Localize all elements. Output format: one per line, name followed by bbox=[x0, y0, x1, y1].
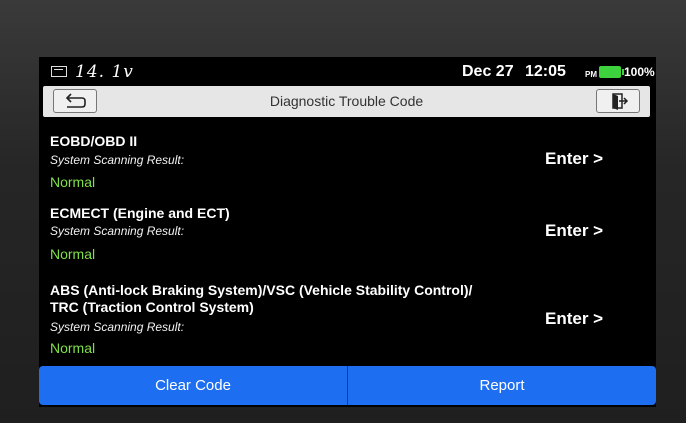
device-bezel: 14. 1v Dec 27 12:05 PM 100% Diagnostic T… bbox=[0, 0, 686, 423]
system-item-abs: ABS (Anti-lock Braking System)/VSC (Vehi… bbox=[39, 282, 656, 363]
status-time: 12:05 bbox=[525, 63, 566, 80]
clear-code-button[interactable]: Clear Code bbox=[39, 366, 348, 405]
scan-result-status: Normal bbox=[50, 174, 96, 190]
title-bar: Diagnostic Trouble Code bbox=[43, 86, 650, 117]
system-name: ECMECT (Engine and ECT) bbox=[50, 205, 230, 221]
enter-button[interactable]: Enter > bbox=[545, 149, 603, 169]
page-title: Diagnostic Trouble Code bbox=[269, 93, 424, 109]
battery-voltage-icon bbox=[51, 66, 67, 77]
system-item-ecmect: ECMECT (Engine and ECT) System Scanning … bbox=[39, 205, 656, 275]
system-name: ABS (Anti-lock Braking System)/VSC (Vehi… bbox=[50, 282, 473, 298]
enter-button[interactable]: Enter > bbox=[545, 221, 603, 241]
exit-button[interactable] bbox=[596, 89, 640, 113]
scan-result-label: System Scanning Result: bbox=[50, 224, 185, 238]
report-button[interactable]: Report bbox=[348, 366, 656, 405]
scan-result-status: Normal bbox=[50, 246, 96, 262]
status-date: Dec 27 bbox=[462, 63, 514, 80]
device-screen: 14. 1v Dec 27 12:05 PM 100% Diagnostic T… bbox=[39, 57, 656, 407]
enter-button[interactable]: Enter > bbox=[545, 309, 603, 329]
exit-door-icon bbox=[612, 93, 629, 110]
voltage-readout: 14. 1v bbox=[75, 62, 134, 82]
battery-percent: 100% bbox=[624, 65, 655, 79]
scan-result-status: Normal bbox=[50, 340, 96, 356]
battery-icon bbox=[599, 66, 624, 78]
system-item-eobd: EOBD/OBD II System Scanning Result: Norm… bbox=[39, 127, 656, 197]
status-bar: 14. 1v Dec 27 12:05 PM 100% bbox=[39, 57, 656, 85]
scan-result-label: System Scanning Result: bbox=[50, 320, 185, 334]
footer-actions: Clear Code Report bbox=[39, 366, 656, 405]
system-name: EOBD/OBD II bbox=[50, 133, 138, 149]
scan-result-label: System Scanning Result: bbox=[50, 153, 185, 167]
status-ampm: PM bbox=[585, 70, 597, 79]
system-name-line2: TRC (Traction Control System) bbox=[50, 299, 254, 315]
